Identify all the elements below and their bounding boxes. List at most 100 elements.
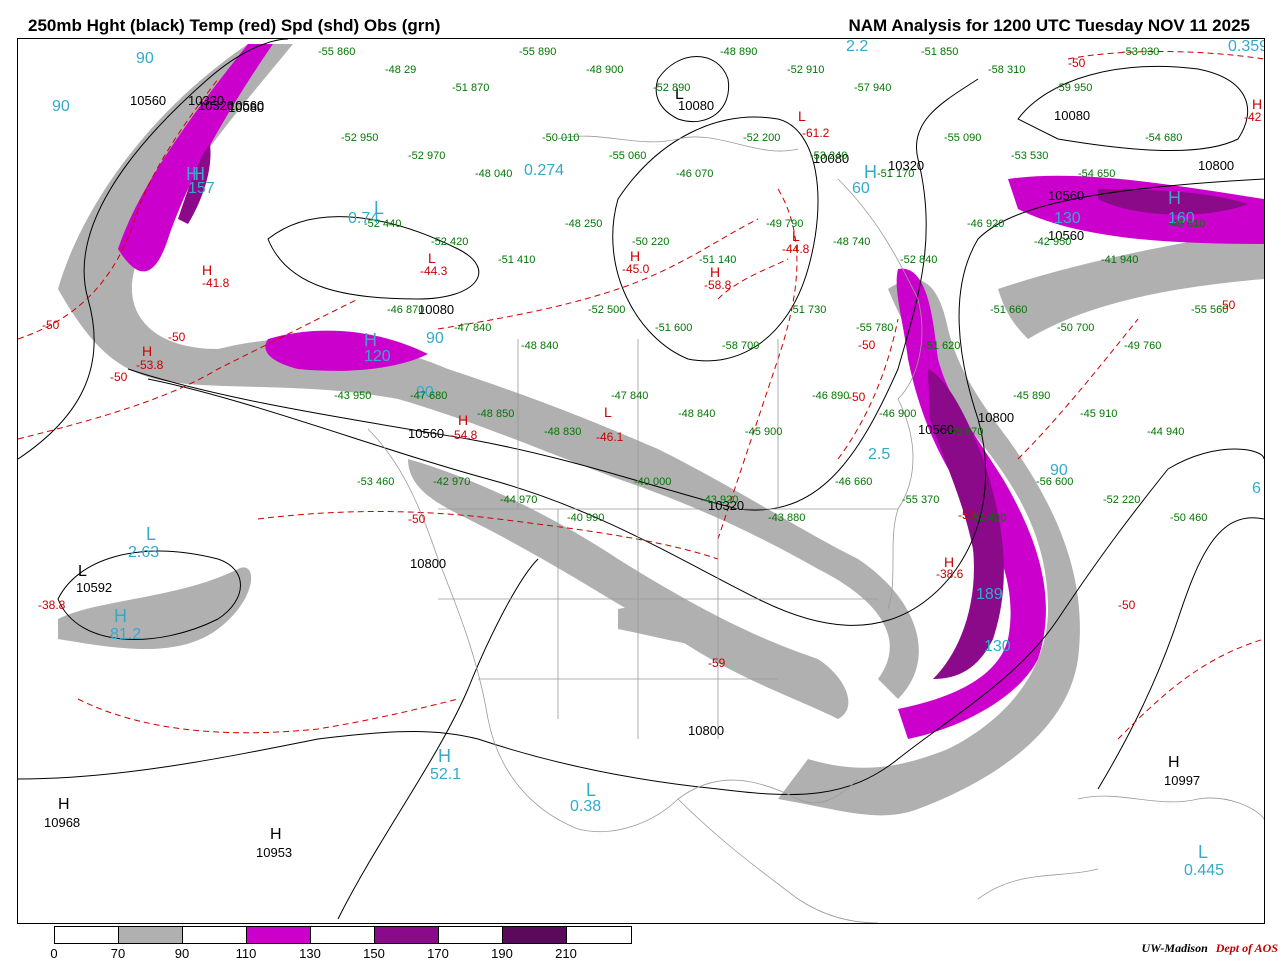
station-observation: -40 000 (634, 476, 672, 488)
station-observation: -56 600 (1036, 476, 1074, 488)
station-observation: -46 870 (387, 304, 425, 316)
temperature-label: -50 (42, 318, 60, 332)
station-observation: -52 890 (653, 82, 691, 94)
speed-label: 90 (52, 98, 70, 115)
station-observation: -48 900 (586, 64, 624, 76)
station-observation: -48 830 (544, 426, 582, 438)
station-observation: -43 920 (701, 494, 739, 506)
speed-label: 81.2 (110, 626, 142, 643)
temperature-label: -41.8 (202, 276, 230, 290)
station-observation: -59 950 (1055, 82, 1093, 94)
speed-label: 90 (136, 50, 154, 67)
temperature-hl-symbol: L (604, 404, 612, 420)
station-observation: -44 940 (1147, 426, 1185, 438)
station-observation: -51 870 (452, 82, 490, 94)
speed-hl-symbol: H (864, 162, 877, 182)
station-observation: -46 890 (812, 390, 850, 402)
speed-hl-symbol: L (1198, 842, 1209, 862)
station-observation: -51 620 (923, 340, 961, 352)
station-observation: -46 660 (835, 476, 873, 488)
speed-label: 52.1 (430, 766, 462, 783)
chart-title: 250mb Hght (black) Temp (red) Spd (shd) … (28, 16, 441, 35)
station-observation: -51 410 (498, 254, 536, 266)
height-label: 10953 (256, 845, 293, 860)
height-hl-symbol: H (58, 796, 70, 813)
station-observation: -53 460 (357, 476, 395, 488)
legend-swatch (567, 927, 631, 943)
speed-label: 120 (364, 348, 391, 365)
legend-tick-label: 0 (50, 946, 58, 961)
weather-map: 10560 10320 10080 10080 10320 10560 10800 10320… (17, 38, 1265, 924)
legend-swatch (55, 927, 119, 943)
station-observation: -47 840 (611, 390, 649, 402)
legend-tick-label: 150 (363, 946, 385, 961)
temperature-label: -53.8 (136, 358, 164, 372)
station-observation: -50 220 (632, 236, 670, 248)
station-observation: -55 090 (944, 132, 982, 144)
station-observation: -52 440 (364, 218, 402, 230)
wind-speed-legend (54, 926, 632, 944)
station-observation: -52 200 (743, 132, 781, 144)
temperature-label: -50 (858, 338, 876, 352)
station-observation: -48 890 (720, 46, 758, 58)
credit: UW-Madison Dept of AOS (1142, 941, 1278, 956)
station-observation: -53 530 (1011, 150, 1049, 162)
temperature-hl-symbol: H (710, 264, 721, 280)
station-observation: -48 840 (678, 408, 716, 420)
temperature-label: -50 (1068, 56, 1086, 70)
legend-tick-label: 190 (491, 946, 513, 961)
speed-hl-symbol: L (146, 524, 157, 544)
station-observation: -48 040 (475, 168, 513, 180)
station-observation: -52 910 (787, 64, 825, 76)
station-observation: -54 650 (1078, 168, 1116, 180)
speed-hl-symbol: L (586, 780, 597, 800)
station-observation: -52 420 (431, 236, 469, 248)
station-observation: -55 560 (1191, 304, 1229, 316)
speed-label: 130 (1054, 210, 1081, 227)
height-hl-symbol: L (78, 563, 87, 580)
station-observation: -50 700 (1057, 322, 1095, 334)
temperature-label: -58.8 (704, 278, 732, 292)
station-observation: -51 730 (789, 304, 827, 316)
map-labels: 10560 10320 10080 10080 10320 10560 10800 10320… (18, 39, 1264, 923)
legend-swatch (503, 927, 567, 943)
speed-hl-symbol: H (1168, 188, 1181, 208)
temperature-label: -50 (1118, 598, 1136, 612)
legend-swatch (439, 927, 503, 943)
legend-swatch (119, 927, 183, 943)
station-observation: -42 950 (1034, 236, 1072, 248)
station-observation: -53 240 (810, 150, 848, 162)
speed-hl-symbol: H (438, 746, 451, 766)
speed-hl-symbol: H (114, 606, 127, 626)
temperature-label: -42 (1244, 110, 1262, 124)
station-observation: -45 910 (1080, 408, 1118, 420)
credit-org: UW-Madison (1141, 941, 1208, 955)
station-observation: -52 970 (408, 150, 446, 162)
legend-tick-label: 110 (235, 946, 257, 961)
temperature-label: -59 (708, 656, 726, 670)
station-observation: -49 790 (766, 218, 804, 230)
height-hl-symbol: H (270, 826, 282, 843)
station-observation: -54 680 (1145, 132, 1183, 144)
station-observation: -46 070 (676, 168, 714, 180)
station-observation: -40 990 (567, 512, 605, 524)
station-observation: -48 29 (385, 64, 417, 76)
station-observation: -50 010 (542, 132, 580, 144)
height-label: 10560 (408, 426, 445, 441)
height-label: 10320 (188, 93, 225, 108)
station-observation: -55 780 (856, 322, 894, 334)
legend-swatch (183, 927, 247, 943)
station-observation: -45 870 (946, 426, 984, 438)
temperature-label: -50 (168, 330, 186, 344)
height-hl-symbol: H (1168, 754, 1180, 771)
speed-label: 2.5 (868, 446, 891, 463)
temperature-label: -50 (110, 370, 128, 384)
height-label: 10560 (228, 98, 265, 113)
height-label: 10800 (978, 410, 1015, 425)
station-observation: -48 840 (521, 340, 559, 352)
station-observation: -46 900 (879, 408, 917, 420)
station-observation: -52 840 (900, 254, 938, 266)
speed-label: 130 (984, 638, 1011, 655)
station-observation: -52 500 (588, 304, 626, 316)
station-observation: -48 740 (833, 236, 871, 248)
